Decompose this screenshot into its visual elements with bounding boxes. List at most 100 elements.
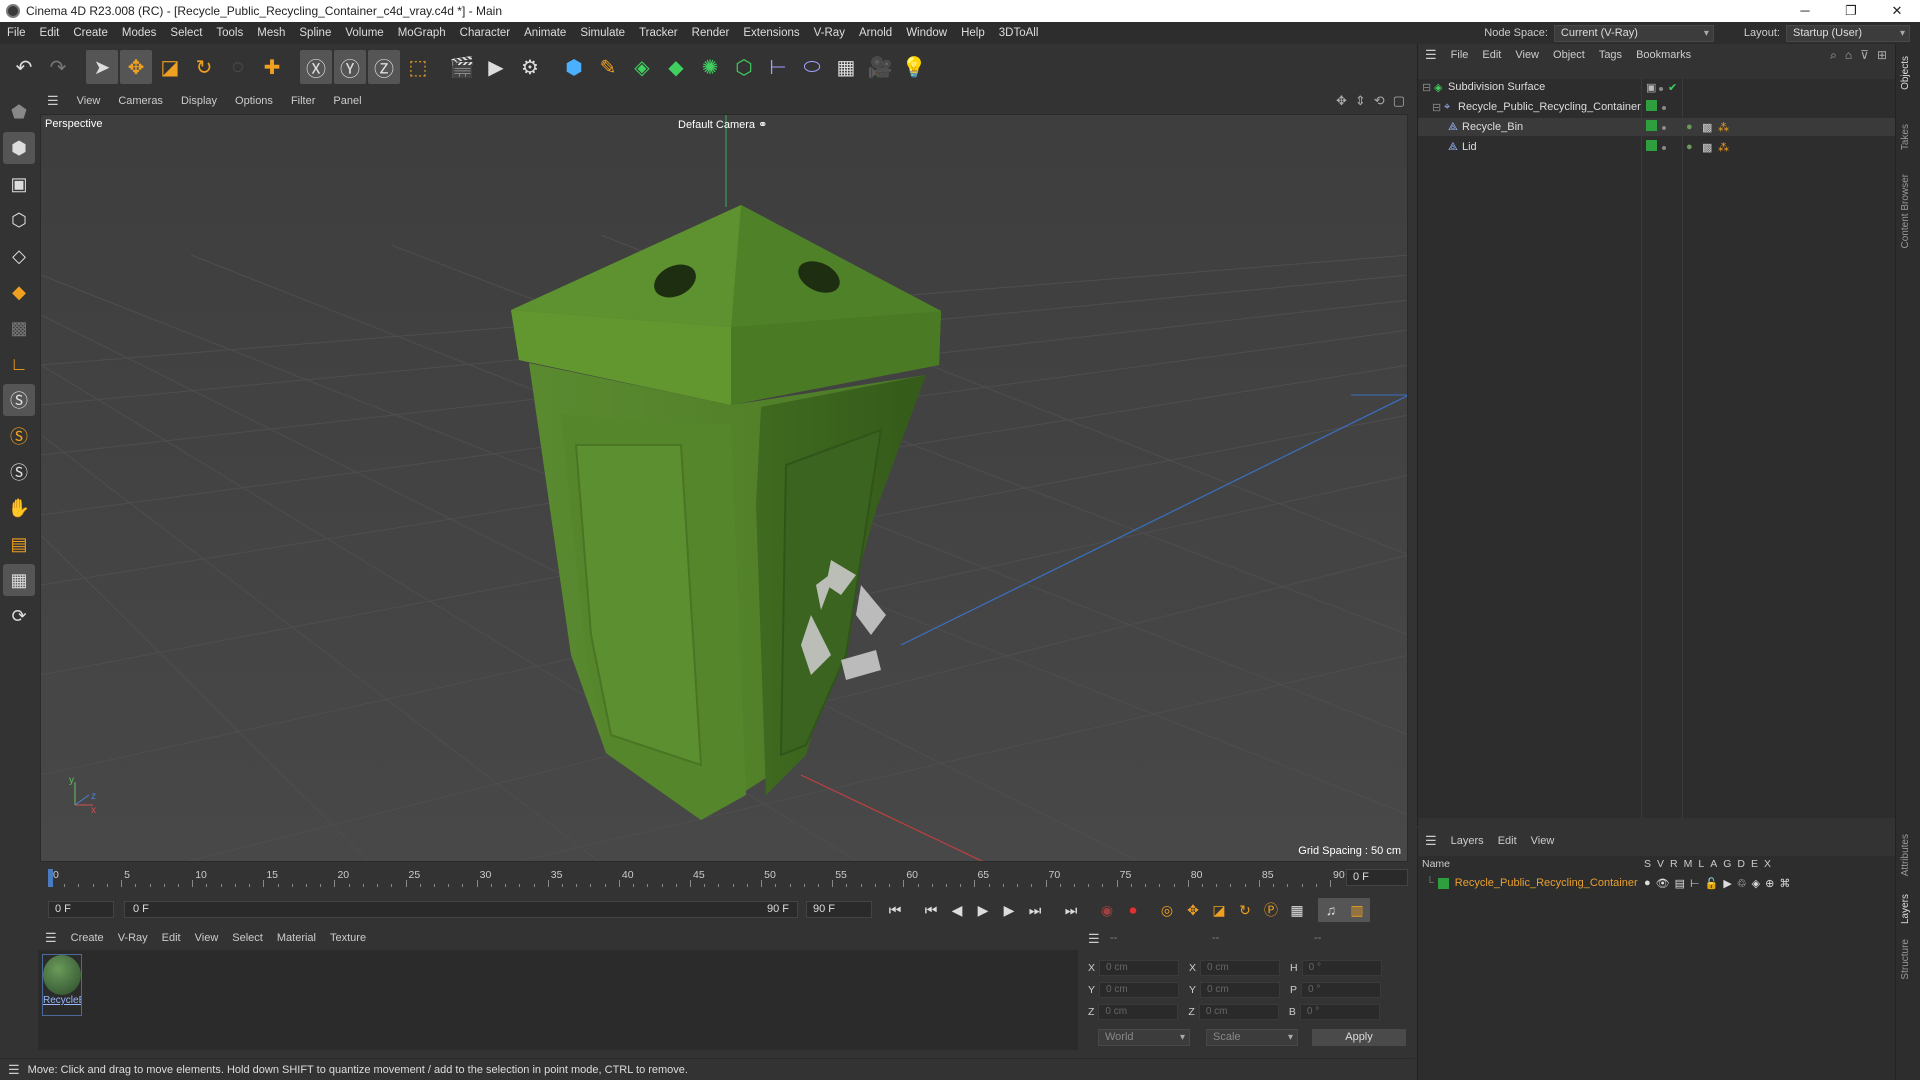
previous-key-icon[interactable]: ⏮ [918,898,944,922]
menu-simulate[interactable]: Simulate [573,27,632,39]
make-editable-icon[interactable]: ⬟ [3,96,35,128]
camera-icon[interactable]: 🎥 [864,50,896,84]
render-view-icon[interactable]: 🎬 [446,50,478,84]
mat-menu-view[interactable]: View [188,932,226,944]
layer-col-animation[interactable]: A [1710,858,1717,870]
z-axis-icon[interactable]: Ⓩ [368,50,400,84]
menu-mesh[interactable]: Mesh [250,27,292,39]
collapse-icon[interactable]: ⊟ [1422,81,1434,94]
size-x-field[interactable]: 0 cm [1200,960,1281,976]
menu-modes[interactable]: Modes [115,27,164,39]
home-icon[interactable]: ⌂ [1845,48,1852,63]
current-frame-field[interactable]: 0 F [1346,869,1408,886]
mat-menu-material[interactable]: Material [270,932,323,944]
om-menu-view[interactable]: View [1508,49,1546,61]
vray-tag-icon[interactable]: ⁂ [1718,121,1729,134]
visibility-dots[interactable] [1662,121,1666,133]
playhead-marker[interactable] [48,869,53,887]
viewport-menu-panel[interactable]: Panel [324,95,370,107]
render-picture-viewer-icon[interactable]: ▶ [480,50,512,84]
deformer-icon[interactable]: ⬡ [728,50,760,84]
object-row-container[interactable]: ⊟ ⌖ Recycle_Public_Recycling_Container [1418,98,1896,116]
timeline-ruler[interactable]: 0 5 10 15 20 25 30 35 40 45 50 55 60 65 70 75 80 85 90 0 F [40,866,1415,890]
filter-icon[interactable]: ⊽ [1860,48,1869,63]
pla-key-icon[interactable]: ▦ [1284,898,1310,922]
rotation-key-icon[interactable]: ↻ [1232,898,1258,922]
texture-tag-icon[interactable]: ▩ [1702,121,1712,134]
go-to-start-icon[interactable]: ⏮ [882,898,908,922]
field-icon[interactable]: ⊢ [762,50,794,84]
position-x-field[interactable]: 0 cm [1099,960,1180,976]
viewport-menu-display[interactable]: Display [172,95,226,107]
visibility-dots[interactable]: ▣ [1646,81,1664,94]
texture-mode-icon[interactable]: ▣ [3,168,35,200]
mat-menu-vray[interactable]: V-Ray [111,932,155,944]
menu-extensions[interactable]: Extensions [736,27,806,39]
xref-toggle-icon[interactable]: ⌘ [1779,877,1790,890]
hamburger-icon[interactable]: ☰ [1418,833,1444,849]
viewport-menu-view[interactable]: View [68,95,110,107]
solo-toggle-icon[interactable]: ● [1644,877,1651,890]
tab-takes[interactable]: Takes [1900,124,1911,150]
maximize-icon[interactable]: ❐ [1828,0,1874,22]
subdivision-icon[interactable]: ◈ [626,50,658,84]
position-y-field[interactable]: 0 cm [1099,982,1180,998]
lock-workplane-icon[interactable]: ⟳ [3,600,35,632]
quantize-icon[interactable]: Ⓢ [3,456,35,488]
om-menu-file[interactable]: File [1444,49,1476,61]
coordinate-system-icon[interactable]: ⬚ [402,50,434,84]
size-z-field[interactable]: 0 cm [1198,1004,1279,1020]
coordinate-space-dropdown[interactable]: World [1098,1029,1190,1046]
grid-icon[interactable]: ▦ [3,564,35,596]
new-window-icon[interactable]: ⊞ [1877,48,1887,63]
mat-menu-create[interactable]: Create [64,932,111,944]
x-axis-icon[interactable]: Ⓧ [300,50,332,84]
light-icon[interactable]: 💡 [898,50,930,84]
menu-mograph[interactable]: MoGraph [391,27,453,39]
object-row-subdivision[interactable]: ⊟ ◈ Subdivision Surface ▣ ✔ [1418,78,1896,96]
menu-3dtoall[interactable]: 3DToAll [992,27,1046,39]
timeline-icon[interactable]: ♫ [1318,898,1344,922]
record-icon[interactable]: ⏺ [1120,898,1146,922]
rotate-tool-icon[interactable]: ↻ [188,50,220,84]
dolly-icon[interactable]: ⇕ [1355,93,1366,109]
position-key-icon[interactable]: ✥ [1180,898,1206,922]
undo-icon[interactable]: ↶ [8,50,40,84]
end-frame-field[interactable]: 90 F [806,901,872,918]
edges-mode-icon[interactable]: ◇ [3,240,35,272]
manager-toggle-icon[interactable]: ⊢ [1690,877,1700,890]
pan-icon[interactable]: ✥ [1336,93,1347,109]
material-tag-icon[interactable]: ● [1686,141,1693,153]
viewport-menu-filter[interactable]: Filter [282,95,324,107]
expression-toggle-icon[interactable]: ⊕ [1765,877,1774,890]
texture-tag-icon[interactable]: ▩ [1702,141,1712,154]
om-menu-object[interactable]: Object [1546,49,1592,61]
menu-character[interactable]: Character [453,27,518,39]
menu-file[interactable]: File [0,27,33,39]
lock-toggle-icon[interactable]: 🔓 [1705,877,1719,890]
vray-tag-icon[interactable]: ⁂ [1718,141,1729,154]
layer-row[interactable]: └ Recycle_Public_Recycling_Container ● 👁… [1418,874,1896,892]
cube-icon[interactable]: ⬢ [558,50,590,84]
om-menu-edit[interactable]: Edit [1475,49,1508,61]
layer-col-expressions[interactable]: E [1751,858,1758,870]
points-mode-icon[interactable]: ⬡ [3,204,35,236]
hamburger-icon[interactable]: ☰ [38,930,64,946]
apply-button[interactable]: Apply [1312,1029,1406,1046]
search-icon[interactable]: ⌕ [1830,48,1837,63]
enabled-check-icon[interactable]: ✔ [1668,81,1677,94]
layer-color-tag[interactable] [1646,120,1657,134]
menu-animate[interactable]: Animate [517,27,573,39]
tab-objects[interactable]: Objects [1900,56,1911,90]
hamburger-icon[interactable]: ☰ [38,93,68,109]
viewport-menu-cameras[interactable]: Cameras [109,95,172,107]
tweak-icon[interactable]: ✋ [3,492,35,524]
mat-menu-texture[interactable]: Texture [323,932,373,944]
extrude-icon[interactable]: ◆ [660,50,692,84]
cloner-icon[interactable]: ✺ [694,50,726,84]
uv-mode-icon[interactable]: ▩ [3,312,35,344]
redo-icon[interactable]: ↷ [42,50,74,84]
floor-icon[interactable]: ▦ [830,50,862,84]
node-space-dropdown[interactable]: Current (V-Ray) [1553,24,1714,42]
start-frame-field[interactable]: 0 F [48,901,114,918]
